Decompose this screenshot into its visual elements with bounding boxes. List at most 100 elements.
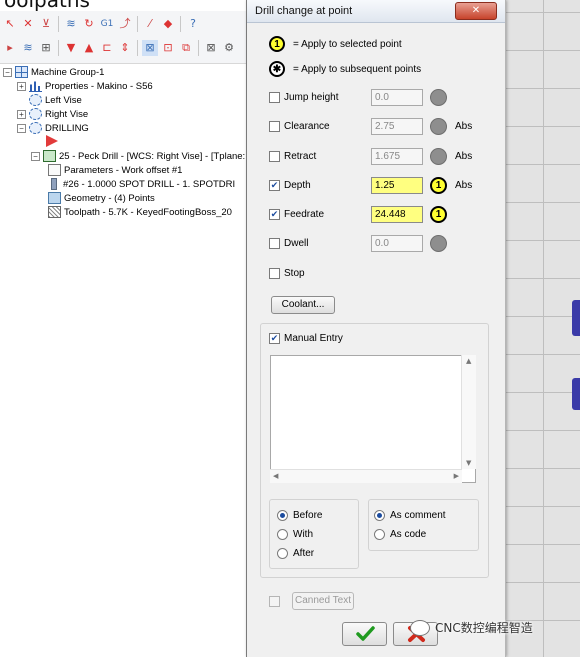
- retract-abs-label: Abs: [455, 150, 473, 162]
- dwell-field[interactable]: 0.0: [371, 234, 423, 252]
- tree-item-label: Right Vise: [45, 108, 89, 120]
- tree-item-right-vise[interactable]: + Right Vise: [17, 107, 88, 121]
- vise-icon: [29, 108, 42, 120]
- as-comment-label: As comment: [390, 510, 446, 521]
- collapse-icon[interactable]: −: [31, 151, 40, 161]
- before-radio[interactable]: Before: [277, 510, 322, 521]
- depth-row: ✔ Depth 1.25 1 Abs: [269, 174, 479, 196]
- output-group: [368, 499, 479, 551]
- dwell-row: Dwell 0.0: [269, 232, 479, 254]
- tree-item-properties[interactable]: + Properties - Makino - S56: [17, 79, 153, 93]
- mode-toggle-icon[interactable]: [430, 234, 447, 252]
- machine-group-icon: [15, 66, 28, 78]
- dwell-checkbox[interactable]: [269, 237, 280, 249]
- layer-icon[interactable]: ⊡: [160, 40, 176, 56]
- collapse-icon[interactable]: −: [3, 67, 12, 77]
- graphics-viewport[interactable]: [505, 0, 580, 657]
- tree-item-label: Machine Group-1: [31, 66, 105, 78]
- tree-item-parameters[interactable]: Parameters - Work offset #1: [48, 163, 182, 177]
- tree-item-left-vise[interactable]: Left Vise: [29, 93, 82, 107]
- before-label: Before: [293, 510, 323, 521]
- filter-icon[interactable]: ⊻: [38, 16, 54, 32]
- tree-item-tool[interactable]: #26 - 1.0000 SPOT DRILL - 1. SPOTDRI: [48, 177, 235, 191]
- feedrate-checkbox[interactable]: ✔: [269, 208, 280, 220]
- tool-plane-icon[interactable]: ⊠: [203, 40, 219, 56]
- insert-arrow-icon[interactable]: ⊏: [99, 40, 115, 56]
- clearance-field[interactable]: 2.75: [371, 117, 423, 135]
- expand-icon[interactable]: +: [17, 109, 26, 119]
- viewport-tab[interactable]: [572, 300, 580, 336]
- regen-icon[interactable]: ↻: [81, 16, 97, 32]
- as-comment-radio[interactable]: As comment: [374, 510, 446, 521]
- tree-item-drilling[interactable]: − DRILLING: [17, 121, 89, 135]
- properties-icon: [29, 80, 42, 92]
- mode-toggle-icon[interactable]: [430, 147, 447, 165]
- gear-icon[interactable]: ⚙: [221, 40, 237, 56]
- after-radio[interactable]: After: [277, 548, 314, 559]
- tree-item-label: Toolpath - 5.7K - KeyedFootingBoss_20: [64, 206, 232, 218]
- expand-icon[interactable]: +: [17, 81, 26, 91]
- depth-checkbox[interactable]: ✔: [269, 179, 280, 191]
- canned-text-button[interactable]: Canned Text: [292, 592, 354, 610]
- radio-selected-icon[interactable]: [277, 510, 288, 521]
- tool-icon[interactable]: ◆: [160, 16, 176, 32]
- dialog-titlebar[interactable]: Drill change at point ✕: [247, 0, 505, 23]
- radio-selected-icon[interactable]: [374, 510, 385, 521]
- clearance-checkbox[interactable]: [269, 120, 280, 132]
- canned-text-checkbox[interactable]: [269, 595, 280, 607]
- manual-entry-checkbox[interactable]: ✔: [269, 332, 280, 344]
- viewport-tab[interactable]: [572, 378, 580, 410]
- retract-checkbox[interactable]: [269, 150, 280, 162]
- legend-text: = Apply to selected point: [293, 38, 402, 50]
- help-icon[interactable]: ?: [185, 16, 201, 32]
- single-point-icon[interactable]: 1: [430, 176, 447, 194]
- copy-icon[interactable]: ≋: [20, 40, 36, 56]
- mode-toggle-icon[interactable]: [430, 88, 447, 106]
- tree-item-label: DRILLING: [45, 122, 89, 134]
- move-up-icon[interactable]: ▲: [81, 40, 97, 56]
- radio-icon[interactable]: [374, 529, 385, 540]
- tree-item-operation[interactable]: − 25 - Peck Drill - [WCS: Right Vise] - …: [31, 149, 245, 163]
- group-folder-icon: [29, 122, 42, 134]
- jump-height-field[interactable]: 0.0: [371, 88, 423, 106]
- as-code-radio[interactable]: As code: [374, 529, 426, 540]
- expand-icon[interactable]: ▸: [2, 40, 18, 56]
- post-icon[interactable]: ⤴: [117, 16, 133, 32]
- tree-item-machine-group[interactable]: − Machine Group-1: [3, 65, 104, 79]
- retract-field[interactable]: 1.675: [371, 147, 423, 165]
- legend-selected-point: 1 = Apply to selected point: [269, 36, 402, 52]
- select-icon[interactable]: ↖: [2, 16, 18, 32]
- radio-icon[interactable]: [277, 548, 288, 559]
- single-point-icon[interactable]: 1: [430, 205, 447, 223]
- lock-icon[interactable]: ≋: [63, 16, 79, 32]
- deselect-icon[interactable]: ✕: [20, 16, 36, 32]
- insert-arrow-icon[interactable]: [46, 135, 58, 147]
- retract-label: Retract: [284, 150, 317, 162]
- toolpath-select-icon[interactable]: ⊠: [142, 40, 158, 56]
- jump-height-checkbox[interactable]: [269, 91, 280, 103]
- select-all-icon[interactable]: ⇕: [117, 40, 133, 56]
- mode-toggle-icon[interactable]: [430, 117, 447, 135]
- g1-icon[interactable]: G1: [99, 16, 115, 32]
- ok-button[interactable]: [342, 622, 387, 646]
- coolant-button[interactable]: Coolant...: [271, 296, 335, 314]
- with-label: With: [293, 529, 313, 540]
- toolpath-view-icon[interactable]: ⁄: [142, 16, 158, 32]
- group-icon[interactable]: ⧉: [178, 40, 194, 56]
- parameters-icon: [48, 164, 61, 176]
- tree-item-geometry[interactable]: Geometry - (4) Points: [48, 191, 155, 205]
- tree-item-label: Properties - Makino - S56: [45, 80, 153, 92]
- collapse-icon[interactable]: −: [17, 123, 26, 133]
- move-down-icon[interactable]: ▼: [63, 40, 79, 56]
- depth-field[interactable]: 1.25: [371, 176, 423, 194]
- with-radio[interactable]: With: [277, 529, 313, 540]
- radio-icon[interactable]: [277, 529, 288, 540]
- feedrate-field[interactable]: 24.448: [371, 205, 423, 223]
- tree-item-toolpath[interactable]: Toolpath - 5.7K - KeyedFootingBoss_20: [48, 205, 232, 219]
- stop-checkbox[interactable]: [269, 267, 280, 279]
- cut-icon[interactable]: ⊞: [38, 40, 54, 56]
- close-button[interactable]: ✕: [455, 2, 497, 20]
- manual-entry-textarea[interactable]: [270, 355, 476, 483]
- clearance-abs-label: Abs: [455, 120, 473, 132]
- tree-item-label: #26 - 1.0000 SPOT DRILL - 1. SPOTDRI: [63, 178, 236, 190]
